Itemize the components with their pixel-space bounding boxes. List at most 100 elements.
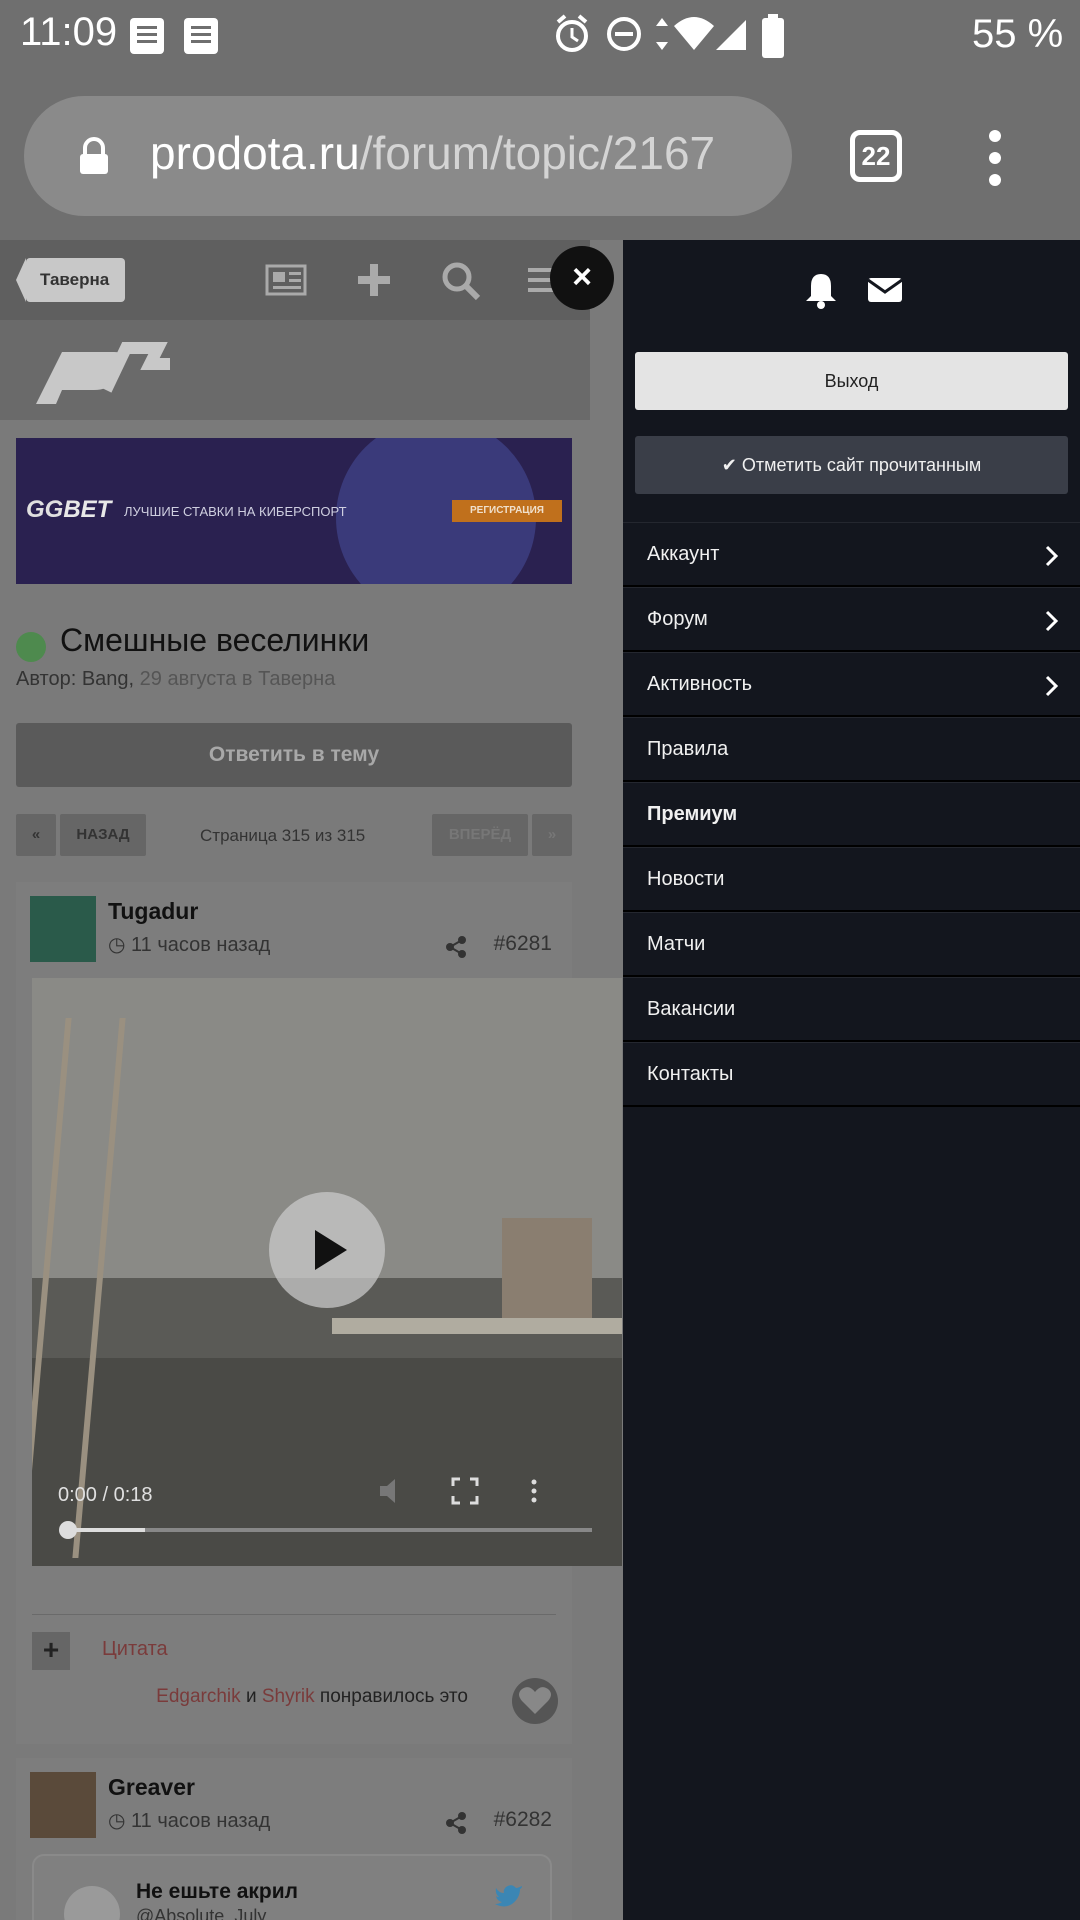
video-progress-bar[interactable] [59, 1521, 592, 1539]
menu-item-label: Премиум [647, 803, 738, 825]
menu-item-matches[interactable]: Матчи [623, 912, 1080, 977]
menu-item-account[interactable]: Аккаунт [623, 522, 1080, 587]
menu-item-vacancies[interactable]: Вакансии [623, 977, 1080, 1042]
logout-button[interactable]: Выход [635, 352, 1068, 410]
menu-item-forum[interactable]: Форум [623, 587, 1080, 652]
menu-item-contacts[interactable]: Контакты [623, 1042, 1080, 1107]
notification-doc-icon [130, 18, 164, 54]
browser-toolbar: prodota.ru/forum/topic/2167 22 [0, 72, 1080, 240]
first-page-button[interactable]: « [16, 814, 56, 856]
video-scrubber[interactable] [59, 1521, 77, 1539]
video-frame [32, 1358, 622, 1566]
post: Tugadur ◷ 11 часов назад #6281 0:00 / 0:… [16, 882, 622, 1744]
status-time: 11:09 [20, 10, 118, 54]
ad-banner[interactable]: GGBET ЛУЧШИЕ СТАВКИ НА КИБЕРСПОРТ РЕГИСТ… [16, 438, 572, 584]
video-player[interactable]: 0:00 / 0:18 [32, 978, 622, 1566]
chevron-right-icon [1045, 610, 1059, 632]
like-button[interactable] [512, 1678, 558, 1724]
page-content: Таверна × GGBET ЛУЧШИЕ СТАВКИ НА КИБЕРСП… [0, 240, 623, 1920]
twitter-icon[interactable] [494, 1882, 524, 1908]
address-bar[interactable]: prodota.ru/forum/topic/2167 [24, 96, 792, 216]
site-logo[interactable] [22, 334, 172, 406]
avatar[interactable] [30, 1772, 96, 1838]
menu-item-activity[interactable]: Активность [623, 652, 1080, 717]
pin-icon [16, 632, 46, 662]
menu-item-premium[interactable]: Премиум [623, 782, 1080, 847]
multiquote-button[interactable]: + [32, 1632, 70, 1670]
video-frame [332, 1318, 622, 1334]
post-author[interactable]: Tugadur [108, 898, 198, 925]
news-icon[interactable] [265, 258, 307, 302]
share-icon[interactable] [446, 1812, 468, 1834]
heart-icon [519, 1687, 551, 1714]
close-menu-button[interactable]: × [550, 246, 614, 310]
tweet-embed[interactable]: Не ешьте акрил @Absolute_July [32, 1854, 552, 1920]
topic-date-link: 29 августа в Таверна [139, 668, 336, 690]
battery-percent: 55 % [972, 12, 1064, 56]
last-page-button[interactable]: » [532, 814, 572, 856]
bell-icon[interactable] [803, 270, 839, 310]
likes-line: Edgarchik и Shyrik понравилось это [156, 1686, 468, 1707]
fullscreen-icon[interactable] [450, 1476, 480, 1506]
topic-title: Смешные веселинки [60, 622, 370, 658]
reply-button[interactable]: Ответить в тему [16, 723, 572, 787]
video-more-icon[interactable] [526, 1476, 542, 1506]
share-icon[interactable] [446, 936, 468, 958]
back-button[interactable]: НАЗАД [60, 814, 146, 856]
alarm-icon [556, 14, 588, 52]
menu-item-label: Аккаунт [647, 543, 720, 565]
volume-icon[interactable] [376, 1476, 406, 1506]
ad-text: ЛУЧШИЕ СТАВКИ НА КИБЕРСПОРТ [124, 504, 347, 519]
breadcrumb[interactable]: Таверна [15, 258, 126, 302]
video-time: 0:00 / 0:18 [58, 1484, 153, 1506]
avatar[interactable] [30, 896, 96, 962]
menu-item-label: Правила [647, 738, 729, 760]
menu-item-label: Форум [647, 608, 708, 630]
video-frame [502, 1218, 592, 1328]
ad-register-button[interactable]: РЕГИСТРАЦИЯ [452, 500, 562, 522]
chevron-right-icon [1045, 675, 1059, 697]
like-user-link: Edgarchik [156, 1686, 241, 1707]
url-text: prodota.ru/forum/topic/2167 [150, 127, 716, 179]
mark-site-read-button[interactable]: ✔ Отметить сайт прочитанным [635, 436, 1068, 494]
data-arrows-icon [656, 18, 668, 50]
lock-icon [80, 137, 108, 174]
side-menu: Выход ✔ Отметить сайт прочитанным Аккаун… [623, 240, 1080, 1920]
divider [32, 1614, 556, 1615]
browser-menu-button[interactable] [982, 130, 1008, 186]
play-button[interactable] [269, 1192, 385, 1308]
logo-band [0, 320, 590, 420]
tweet-author: Не ешьте акрил [136, 1880, 298, 1903]
video-progress-fill [66, 1528, 145, 1532]
menu-item-label: Матчи [647, 933, 706, 955]
post-number[interactable]: #6282 [494, 1808, 552, 1832]
battery-icon [762, 14, 784, 58]
menu-item-label: Новости [647, 868, 725, 890]
mail-icon[interactable] [867, 276, 903, 304]
quote-button[interactable]: Цитата [102, 1638, 168, 1661]
tab-switcher-button[interactable]: 22 [850, 130, 902, 182]
menu-item-news[interactable]: Новости [623, 847, 1080, 912]
wifi-icon [674, 17, 714, 50]
chevron-right-icon [1045, 545, 1059, 567]
add-icon[interactable] [354, 258, 394, 302]
forward-button[interactable]: ВПЕРЁД [432, 814, 528, 856]
notification-doc-icon [184, 18, 218, 54]
search-icon[interactable] [440, 258, 482, 302]
post-author[interactable]: Greaver [108, 1774, 195, 1801]
post-time: ◷ 11 часов назад [108, 934, 271, 956]
ad-logo: GGBET [26, 496, 112, 523]
menu-item-label: Активность [647, 673, 753, 695]
menu-item-rules[interactable]: Правила [623, 717, 1080, 782]
page-indicator: Страница 315 из 315 [200, 826, 366, 845]
menu-item-label: Вакансии [647, 998, 736, 1020]
menu-list: Аккаунт Форум Активность Правила Премиум Ново… [623, 522, 1080, 1107]
topic-meta: Автор: Bang, 29 августа в Таверна [16, 668, 336, 690]
tweet-avatar [64, 1886, 120, 1920]
post-number[interactable]: #6281 [494, 932, 552, 956]
site-nav: Таверна × [0, 240, 614, 320]
signal-icon [716, 20, 746, 50]
post: Greaver ◷ 11 часов назад #6282 Не ешьте … [16, 1758, 572, 1920]
status-bar: 11:09 55 % [0, 0, 1080, 72]
menu-item-label: Контакты [647, 1063, 734, 1085]
